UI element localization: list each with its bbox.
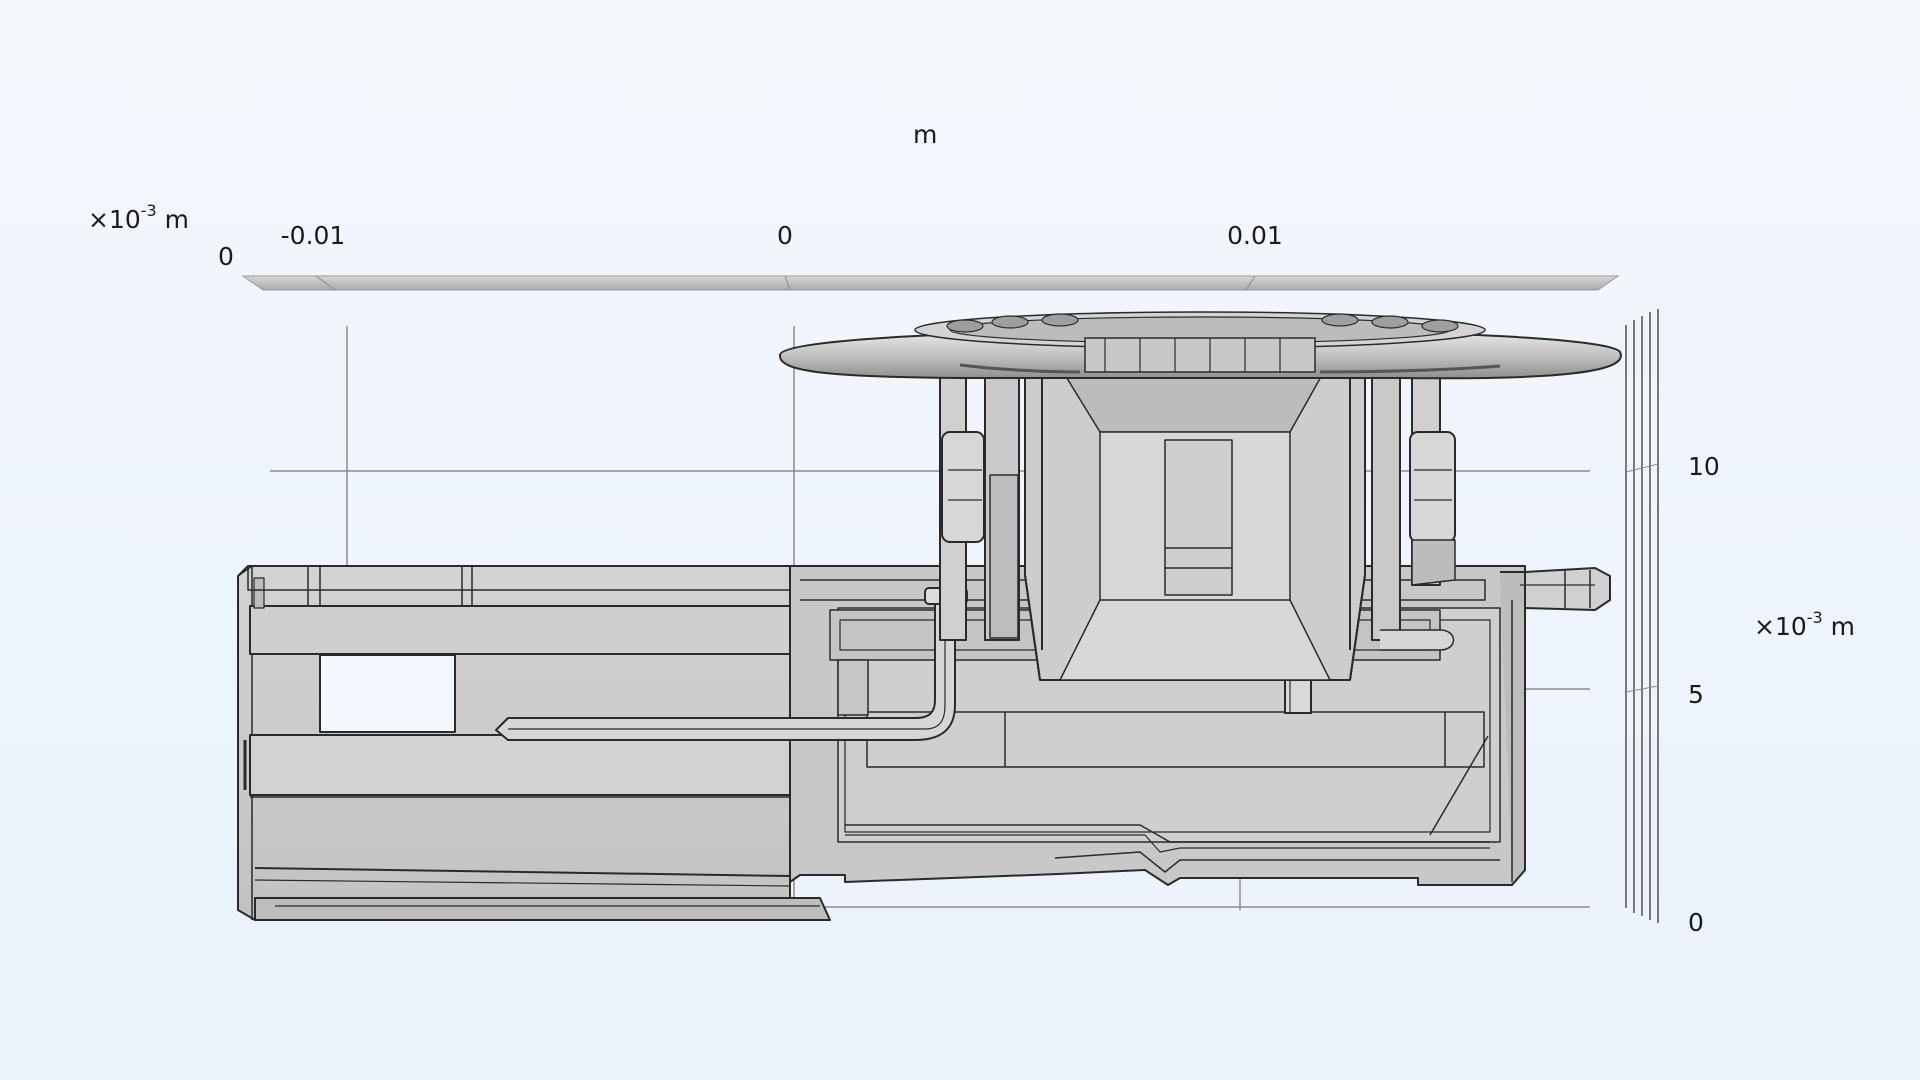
y-axis-plane [1625, 309, 1659, 923]
y-right-tick-label: 10 [1688, 452, 1720, 481]
geometry-scene [237, 275, 1659, 923]
y-right-unit-prefix: ×10 [1754, 612, 1807, 641]
y-left-unit-exponent: -3 [140, 201, 157, 220]
x-tick-label: 0.01 [1227, 221, 1283, 250]
y-left-unit-prefix: ×10 [88, 205, 141, 234]
x-axis-unit-label: m [913, 120, 938, 149]
y-right-unit-suffix: m [1830, 612, 1856, 641]
left-housing [237, 565, 831, 921]
y-right-tick-label: 0 [1688, 908, 1704, 937]
y-right-unit-label: ×10-3 m [1754, 608, 1856, 641]
x-axis-plane [241, 275, 1620, 291]
connector-part [237, 311, 1622, 921]
top-flange [778, 311, 1622, 380]
center-tower [1024, 369, 1366, 681]
geometry-viewport[interactable]: m -0.01 0 0.01 ×10-3 m 0 ×10-3 m 10 5 0 [0, 0, 1920, 1080]
y-right-unit-exponent: -3 [1806, 608, 1823, 627]
y-left-tick-label: 0 [218, 242, 234, 271]
x-tick-label: 0 [777, 221, 793, 250]
y-left-unit-suffix: m [164, 205, 190, 234]
x-tick-label: -0.01 [280, 221, 346, 250]
y-left-unit-label: ×10-3 m [88, 201, 190, 234]
y-right-tick-label: 5 [1688, 680, 1704, 709]
